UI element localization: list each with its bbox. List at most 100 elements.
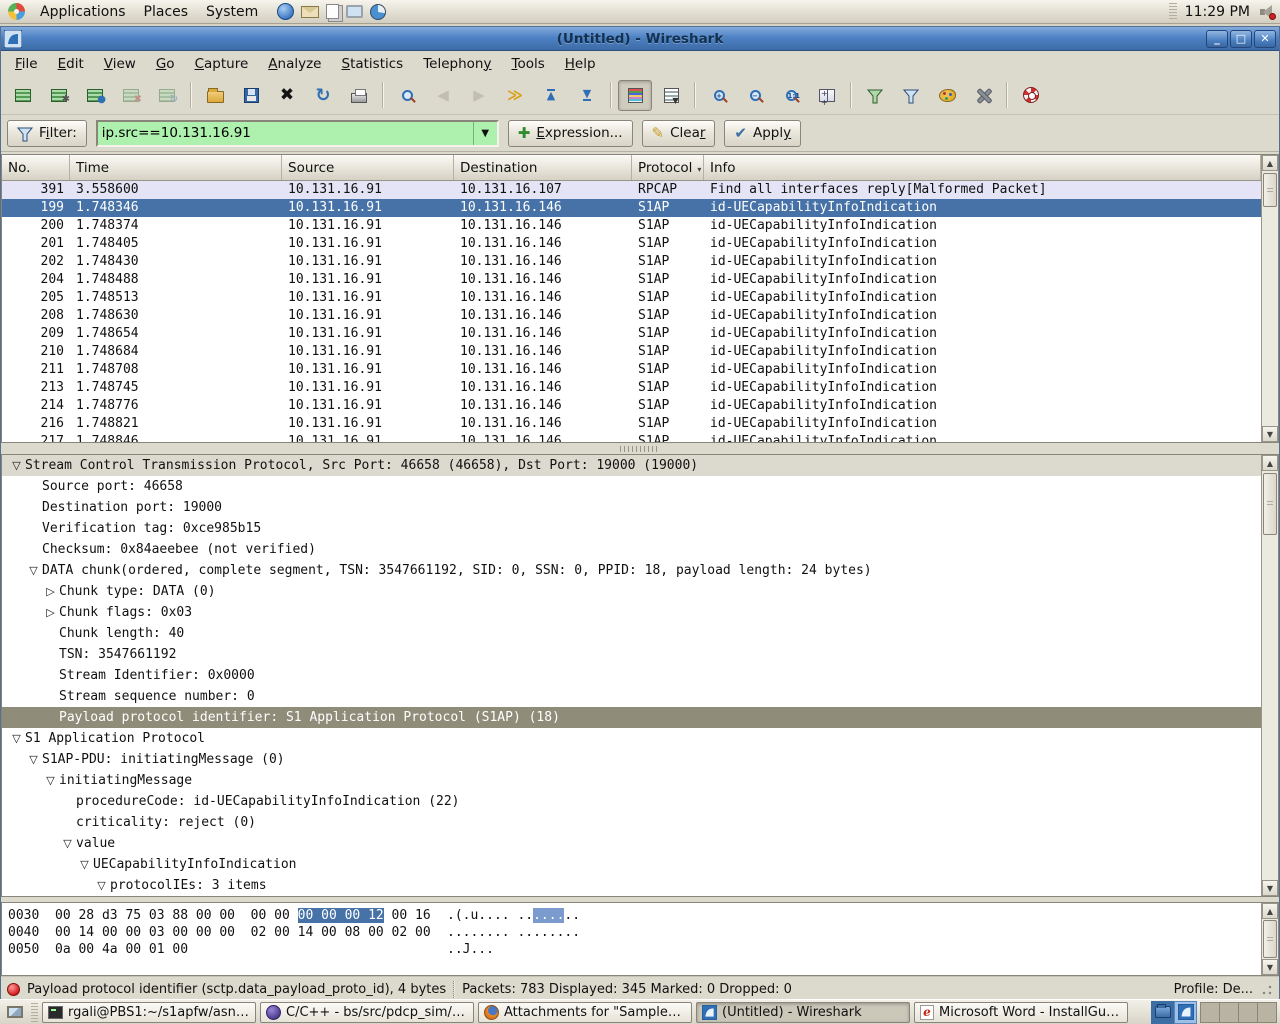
tree-line[interactable]: Chunk length: 40 (2, 623, 1261, 644)
maximize-button[interactable]: □ (1230, 30, 1252, 48)
packet-row[interactable]: 2001.74837410.131.16.9110.131.16.146S1AP… (2, 217, 1261, 235)
titlebar[interactable]: (Untitled) - Wireshark _ □ ✕ (1, 27, 1279, 51)
file-close-button[interactable]: ✖ (270, 80, 304, 111)
file-manager-tray-icon[interactable] (1151, 1001, 1174, 1024)
file-open-button[interactable] (198, 80, 232, 111)
tree-line[interactable]: ▷Chunk flags: 0x03 (2, 602, 1261, 623)
email-icon[interactable] (301, 6, 319, 18)
packet-row[interactable]: 2021.74843010.131.16.9110.131.16.146S1AP… (2, 253, 1261, 271)
packet-row[interactable]: 2011.74840510.131.16.9110.131.16.146S1AP… (2, 235, 1261, 253)
workspace-cell[interactable] (1238, 1002, 1258, 1023)
resize-columns-button[interactable] (810, 80, 844, 111)
column-header-time[interactable]: Time (70, 155, 282, 180)
task-button-eclipse[interactable]: C/C++ - bs/src/pdcp_sim/p... (260, 1002, 474, 1023)
scroll-down-button[interactable]: ▼ (1262, 959, 1278, 975)
zoom-out-button[interactable]: − (738, 80, 772, 111)
tree-line[interactable]: ▽Stream Control Transmission Protocol, S… (2, 455, 1261, 476)
menu-item-help[interactable]: Help (555, 53, 606, 75)
tree-line[interactable]: procedureCode: id-UECapabilityInfoIndica… (2, 791, 1261, 812)
tree-line[interactable]: ▽S1 Application Protocol (2, 728, 1261, 749)
column-header-no[interactable]: No. (2, 155, 70, 180)
menu-item-view[interactable]: View (94, 53, 146, 75)
hex-row[interactable]: 003000 28 d3 75 03 88 00 00 00 00 00 00 … (8, 907, 1261, 924)
panel-menu-system[interactable]: System (197, 2, 267, 22)
scrollbar-thumb[interactable] (1263, 173, 1277, 207)
menu-item-telephony[interactable]: Telephony (413, 53, 501, 75)
go-to-packet-button[interactable]: ≫ (498, 80, 532, 111)
print-button[interactable] (342, 80, 376, 111)
details-scrollbar[interactable]: ▲ ▼ (1261, 455, 1278, 896)
gnome-menu-icon[interactable] (8, 3, 25, 20)
minimize-button[interactable]: _ (1206, 30, 1228, 48)
scrollbar-thumb[interactable] (1263, 920, 1277, 958)
packet-row[interactable]: 2051.74851310.131.16.9110.131.16.146S1AP… (2, 289, 1261, 307)
column-header-source[interactable]: Source (282, 155, 454, 180)
scroll-up-button[interactable]: ▲ (1262, 455, 1278, 471)
menu-item-go[interactable]: Go (146, 53, 185, 75)
expert-info-icon[interactable] (7, 983, 20, 996)
tree-line[interactable]: TSN: 3547661192 (2, 644, 1261, 665)
workspace-cell[interactable] (1257, 1002, 1277, 1023)
panel-menu-places[interactable]: Places (135, 2, 198, 22)
expand-toggle-icon[interactable]: ▽ (25, 749, 42, 770)
expand-toggle-icon[interactable]: ▽ (59, 833, 76, 854)
panel-handle[interactable] (1169, 3, 1177, 21)
tree-line[interactable]: ▽protocolIEs: 3 items (2, 875, 1261, 896)
tree-line[interactable]: Source port: 46658 (2, 476, 1261, 497)
expand-toggle-icon[interactable]: ▽ (8, 728, 25, 749)
expand-toggle-icon[interactable]: ▷ (42, 602, 59, 623)
menu-item-capture[interactable]: Capture (185, 53, 259, 75)
menu-item-edit[interactable]: Edit (48, 53, 94, 75)
scroll-down-button[interactable]: ▼ (1262, 426, 1278, 442)
packet-row[interactable]: 2041.74848810.131.16.9110.131.16.146S1AP… (2, 271, 1261, 289)
filter-dropdown-button[interactable]: ▼ (473, 122, 497, 145)
packet-row[interactable]: 2131.74874510.131.16.9110.131.16.146S1AP… (2, 379, 1261, 397)
resize-grip[interactable] (1260, 983, 1273, 996)
find-packet-button[interactable] (390, 80, 424, 111)
auto-scroll-button[interactable] (654, 80, 688, 111)
workspace-cell[interactable] (1219, 1002, 1239, 1023)
scroll-up-button[interactable]: ▲ (1262, 903, 1278, 919)
task-button-wireshark[interactable]: (Untitled) - Wireshark (696, 1002, 910, 1023)
clear-button[interactable]: ✎ Clear (642, 120, 716, 147)
expand-toggle-icon[interactable]: ▽ (8, 455, 25, 476)
packet-row[interactable]: 2171.74884610.131.16.9110.131.16.146S1AP… (2, 433, 1261, 442)
taskbar-handle[interactable] (31, 1003, 38, 1022)
colorize-button[interactable] (618, 80, 652, 111)
packet-row[interactable]: 2101.74868410.131.16.9110.131.16.146S1AP… (2, 343, 1261, 361)
tree-line[interactable]: ▽initiatingMessage (2, 770, 1261, 791)
packet-row[interactable]: 2111.74870810.131.16.9110.131.16.146S1AP… (2, 361, 1261, 379)
chart-icon[interactable] (370, 4, 386, 20)
display-filters-button[interactable] (894, 80, 928, 111)
preferences-button[interactable] (966, 80, 1000, 111)
task-button-firefox[interactable]: Attachments for "SampleC... (478, 1002, 692, 1023)
packet-row[interactable]: 3913.55860010.131.16.9110.131.16.107RPCA… (2, 181, 1261, 199)
web-browser-icon[interactable] (277, 3, 294, 20)
packet-row[interactable]: 2141.74877610.131.16.9110.131.16.146S1AP… (2, 397, 1261, 415)
expand-toggle-icon[interactable]: ▽ (25, 560, 42, 581)
column-header-info[interactable]: Info (704, 155, 1261, 180)
tree-line[interactable]: Stream Identifier: 0x0000 (2, 665, 1261, 686)
file-save-button[interactable] (234, 80, 268, 111)
tree-line[interactable]: ▽S1AP-PDU: initiatingMessage (0) (2, 749, 1261, 770)
expand-toggle-icon[interactable]: ▽ (76, 854, 93, 875)
capture-options-button[interactable]: ✱ (42, 80, 76, 111)
column-header-protocol[interactable]: Protocol▾ (632, 155, 704, 180)
menu-item-tools[interactable]: Tools (501, 53, 554, 75)
hex-row[interactable]: 004000 14 00 00 03 00 00 00 02 00 14 00 … (8, 924, 1261, 941)
zoom-normal-button[interactable]: 1:1 (774, 80, 808, 111)
tree-line[interactable]: Payload protocol identifier: S1 Applicat… (2, 707, 1261, 728)
wireshark-tray-icon[interactable] (1174, 1001, 1197, 1024)
menu-item-analyze[interactable]: Analyze (258, 53, 331, 75)
expand-toggle-icon[interactable]: ▽ (93, 875, 110, 896)
tree-line[interactable]: ▽DATA chunk(ordered, complete segment, T… (2, 560, 1261, 581)
tree-line[interactable]: Stream sequence number: 0 (2, 686, 1261, 707)
help-button[interactable] (1014, 80, 1048, 111)
go-to-top-button[interactable]: ▲ (534, 80, 568, 111)
workspace-cell[interactable] (1200, 1002, 1220, 1023)
scroll-down-button[interactable]: ▼ (1262, 880, 1278, 896)
filter-input[interactable] (98, 125, 473, 141)
packet-row[interactable]: 2091.74865410.131.16.9110.131.16.146S1AP… (2, 325, 1261, 343)
display-icon[interactable] (346, 5, 363, 18)
documents-icon[interactable] (326, 4, 339, 19)
